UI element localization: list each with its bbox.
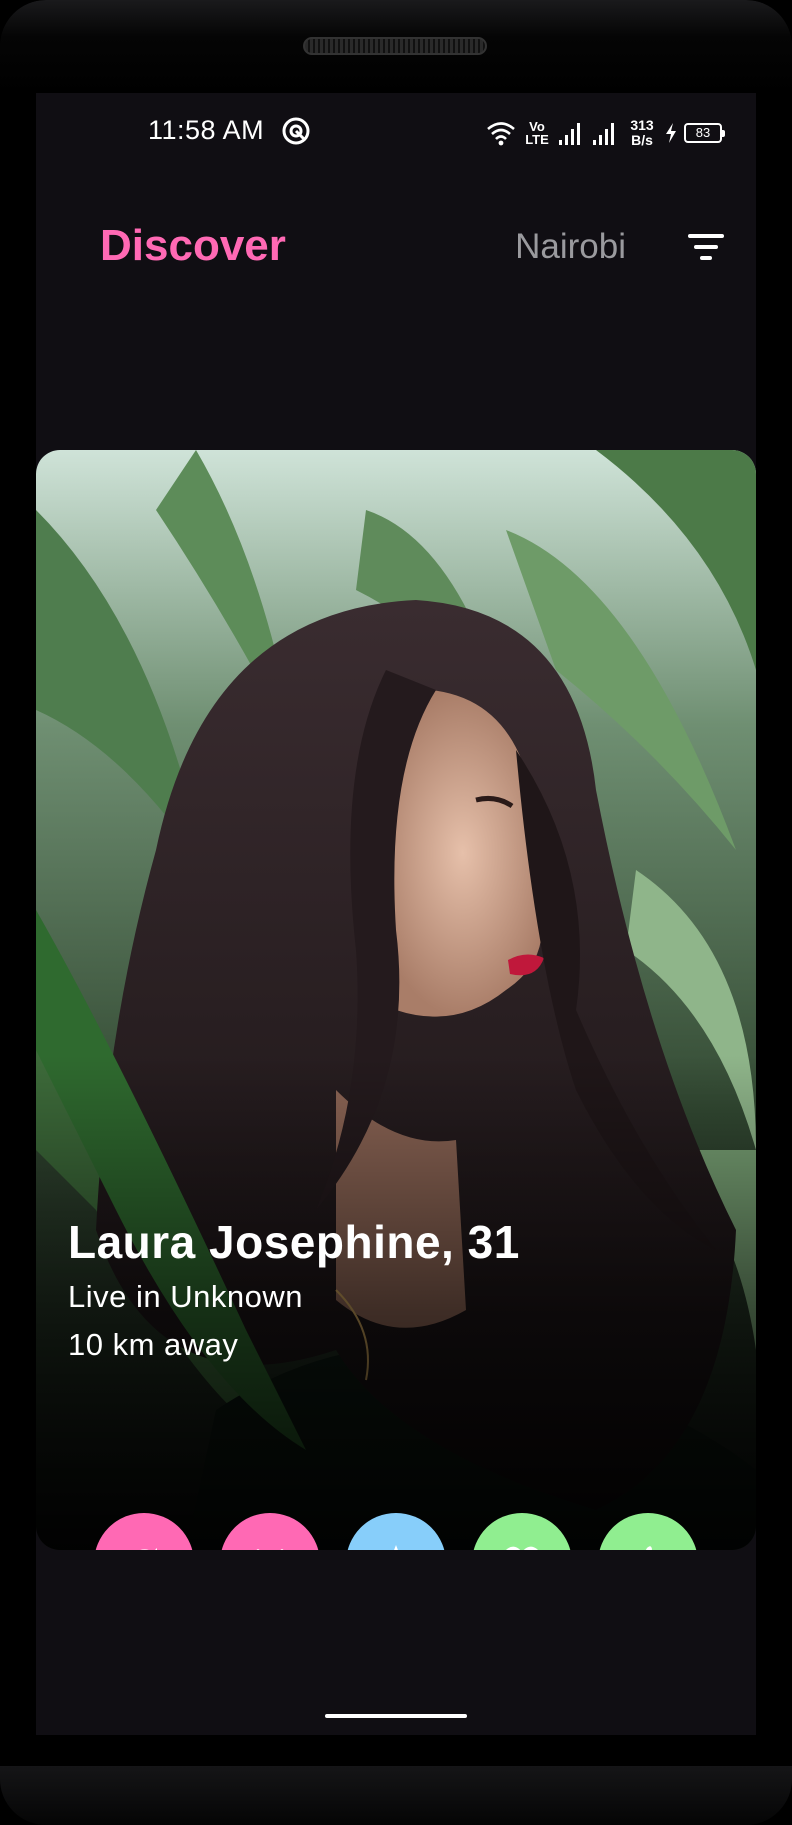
close-icon <box>256 1549 284 1550</box>
refresh-icon <box>140 1548 157 1550</box>
action-buttons <box>94 1513 704 1550</box>
heart-icon <box>506 1546 538 1550</box>
phone-top-bezel <box>0 0 792 93</box>
location-label[interactable]: Nairobi <box>515 227 626 267</box>
volte-bottom-label: LTE <box>525 132 549 147</box>
rewind-button[interactable] <box>94 1513 194 1550</box>
battery-indicator: 83 <box>684 123 725 143</box>
network-speed-unit: B/s <box>631 132 653 148</box>
status-bar: 11:58 AM Vo LTE 313 B/s 83 <box>36 93 756 173</box>
profile-distance: 10 km away <box>68 1327 239 1362</box>
like-button[interactable] <box>472 1513 572 1550</box>
app-header: Discover Nairobi <box>36 203 756 283</box>
filter-icon[interactable] <box>682 224 730 270</box>
phone-bottom-bezel <box>0 1766 792 1825</box>
star-icon <box>394 1545 398 1550</box>
thumbs-up-icon <box>645 1546 652 1550</box>
volte-indicator: Vo LTE <box>522 120 552 146</box>
wifi-icon <box>487 122 515 146</box>
signal-sim1-icon <box>559 123 580 145</box>
profile-card[interactable]: Laura Josephine, 31 Live in Unknown 10 k… <box>36 450 756 1550</box>
profile-info: Laura Josephine, 31 Live in Unknown 10 k… <box>68 1215 520 1375</box>
phone-frame: 11:58 AM Vo LTE 313 B/s 83 Discover Nair… <box>0 0 792 1825</box>
dislike-button[interactable] <box>220 1513 320 1550</box>
signal-sim2-icon <box>593 123 614 145</box>
charging-bolt-icon <box>666 123 676 143</box>
network-speed-value: 313 <box>630 117 654 133</box>
do-not-disturb-icon <box>282 117 310 145</box>
status-indicators: Vo LTE 313 B/s 83 <box>486 113 725 153</box>
app-screen: 11:58 AM Vo LTE 313 B/s 83 Discover Nair… <box>36 93 756 1735</box>
super-like-button[interactable] <box>346 1513 446 1550</box>
page-title: Discover <box>100 221 286 270</box>
profile-lives-in: Live in Unknown <box>68 1279 303 1314</box>
photo-gradient-overlay <box>36 450 756 1550</box>
earpiece-speaker <box>303 37 487 55</box>
network-speed: 313 B/s <box>626 118 658 148</box>
home-indicator[interactable] <box>325 1714 467 1718</box>
status-time: 11:58 AM <box>148 115 265 145</box>
profile-name-age: Laura Josephine, 31 <box>68 1216 520 1268</box>
thumbs-up-button[interactable] <box>598 1513 698 1550</box>
